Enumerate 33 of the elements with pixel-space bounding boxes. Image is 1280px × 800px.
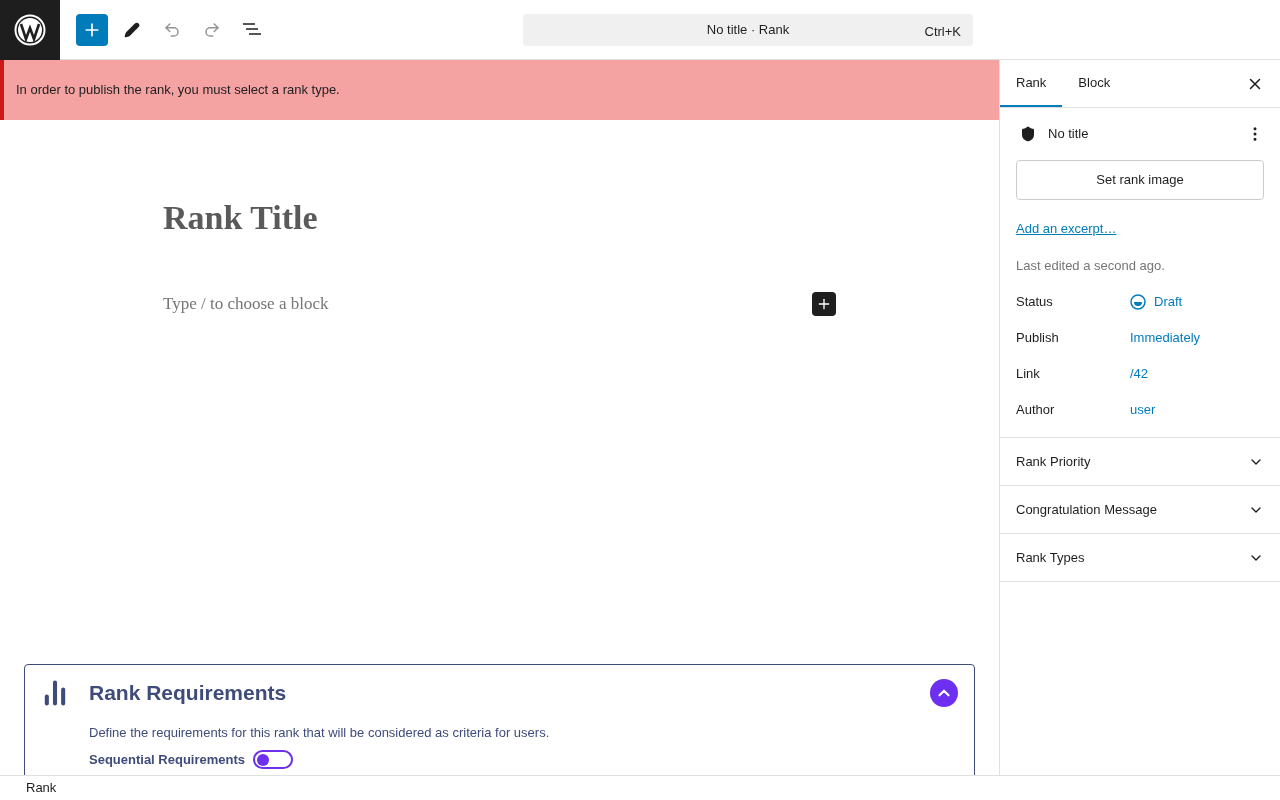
inserter-button[interactable] xyxy=(812,291,836,316)
error-notice: In order to publish the rank, you must select a rank type. xyxy=(0,60,999,120)
post-name: No title xyxy=(1048,125,1090,143)
last-edited-text: Last edited a second ago. xyxy=(1016,256,1166,275)
excerpt-link[interactable]: Add an excerpt… xyxy=(1016,220,1117,236)
wordpress-logo-icon[interactable] xyxy=(0,0,60,60)
collapse-button[interactable] xyxy=(930,678,958,707)
shortcut-hint: Ctrl+K xyxy=(924,22,961,41)
field-label: Publish xyxy=(1016,329,1060,348)
field-link[interactable]: user xyxy=(1130,400,1156,420)
toggle-switch[interactable] xyxy=(253,750,294,770)
command-search-bar[interactable]: No title · Rank Ctrl+K xyxy=(523,13,973,46)
field-label: Status xyxy=(1016,293,1054,312)
breadcrumb[interactable]: Rank xyxy=(26,778,57,798)
status-button[interactable]: Draft xyxy=(1130,292,1183,312)
field-link[interactable]: /42 xyxy=(1130,364,1149,384)
toggle-label: Sequential Requirements xyxy=(89,751,246,769)
draft-status-icon xyxy=(1130,294,1146,310)
post-title[interactable]: Rank Title xyxy=(163,192,836,243)
panel-header[interactable]: Congratulation Message xyxy=(1000,486,1280,534)
field-link[interactable]: Immediately xyxy=(1130,328,1201,348)
card-title: Rank Requirements xyxy=(89,680,288,706)
field-label: Link xyxy=(1016,365,1041,384)
add-block-button[interactable] xyxy=(76,13,108,46)
shield-icon xyxy=(1020,125,1036,142)
card-description: Define the requirements for this rank that will be considered as criteria for users. xyxy=(89,723,551,742)
panel-header[interactable]: Rank Types xyxy=(1000,534,1280,582)
field-label: Author xyxy=(1016,401,1056,420)
block-placeholder[interactable]: Type / to choose a block xyxy=(163,291,329,317)
panel-header[interactable]: Rank Priority xyxy=(1000,438,1280,486)
sidebar-tab[interactable]: Rank xyxy=(1000,60,1063,107)
sidebar-tab[interactable]: Block xyxy=(1062,60,1127,107)
set-image-button[interactable]: Set rank image xyxy=(1016,159,1264,200)
